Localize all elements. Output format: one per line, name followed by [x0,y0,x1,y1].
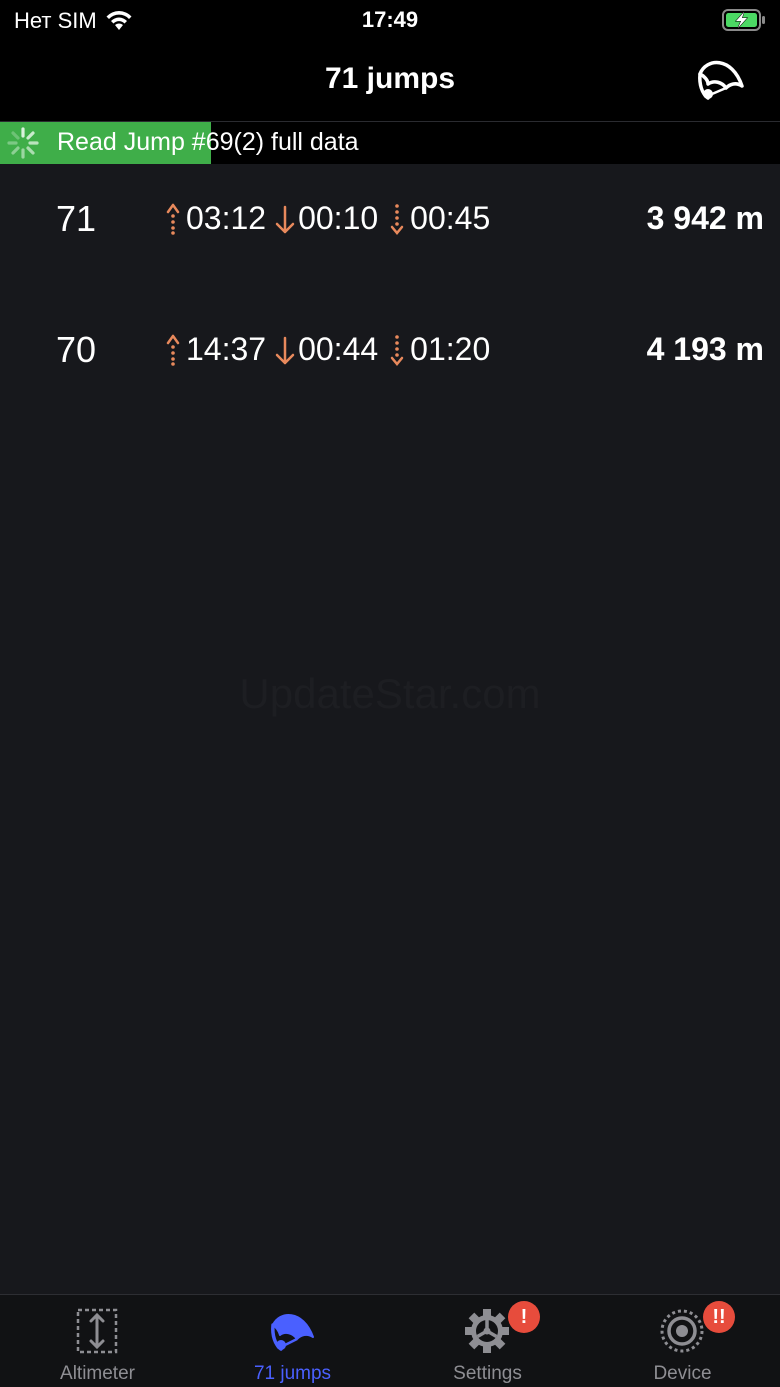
spinner-icon [7,127,39,159]
jump-altitude: 3 942 m [646,200,764,236]
tab-settings[interactable]: ! Settings [390,1295,585,1387]
parachute-icon [271,1314,314,1351]
parachute-icon[interactable] [696,54,746,106]
tab-label: Settings [453,1363,522,1384]
tab-altimeter[interactable]: Altimeter [0,1295,195,1387]
climb-time: 14:37 [186,331,267,367]
settings-alert-badge: ! [508,1301,540,1333]
jump-number: 70 [56,329,97,370]
canopy-time: 00:45 [410,200,491,236]
freefall-icon [275,205,295,233]
clock: 17:49 [361,7,419,32]
jump-number: 71 [56,198,97,239]
navigation-bar: 71 jumps [0,44,780,122]
jump-row[interactable]: 70 14:37 00:44 01:20 4 193 m [0,295,780,426]
device-alert-badge: !! [703,1301,735,1333]
status-bar: Нет SIM 17:49 [0,0,780,44]
jump-times: 14:37 00:44 01:20 [160,331,496,368]
freefall-icon [275,336,295,364]
jump-altitude: 4 193 m [646,331,764,367]
jump-row[interactable]: 71 03:12 00:10 00:45 3 942 m [0,164,780,295]
freefall-time: 00:44 [298,331,379,367]
canopy-time: 01:20 [410,331,491,367]
sync-progress-bar: Read Jump #69(2) full data [0,122,780,164]
tab-label: Device [653,1363,712,1384]
watermark: UpdateStar.com [239,670,541,717]
progress-text: Read Jump #69(2) full data [57,128,359,156]
climb-icon [166,334,180,366]
device-icon [660,1309,704,1353]
tab-jumps[interactable]: 71 jumps [195,1295,390,1387]
canopy-icon [390,334,404,366]
canopy-icon [390,203,404,235]
climb-icon [166,203,180,235]
tab-bar: Altimeter 71 jumps ! Settings !! Device [0,1294,780,1387]
tab-label: Altimeter [60,1363,135,1384]
jump-list: 71 03:12 00:10 00:45 3 942 m 70 14:37 00… [0,164,780,426]
gear-icon [465,1309,509,1353]
freefall-time: 00:10 [298,200,379,236]
climb-time: 03:12 [186,200,267,236]
tab-device[interactable]: !! Device [585,1295,780,1387]
battery-charging-icon [722,9,765,31]
jump-times: 03:12 00:10 00:45 [160,200,496,237]
tab-label: 71 jumps [253,1363,332,1384]
altimeter-icon [76,1308,118,1354]
page-title: 71 jumps [324,62,456,95]
